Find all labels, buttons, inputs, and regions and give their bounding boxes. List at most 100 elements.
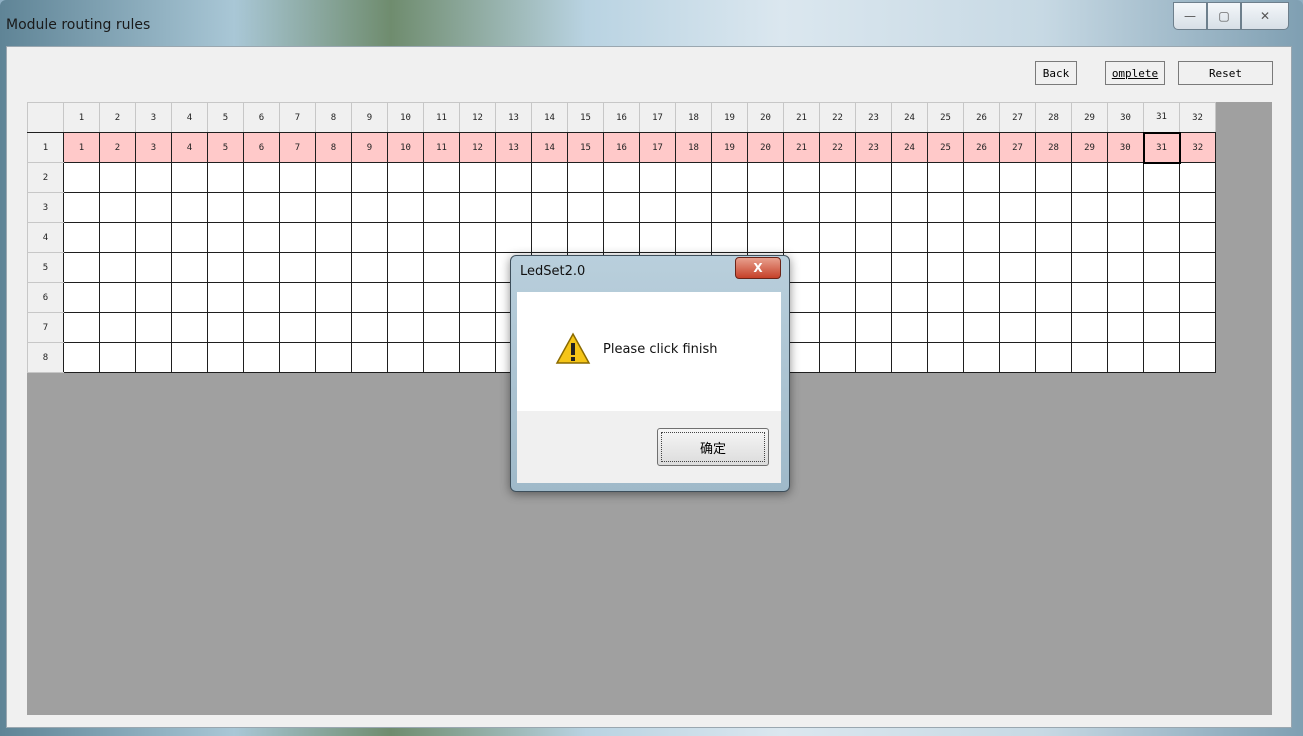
grid-cell[interactable]: [387, 162, 424, 193]
grid-cell[interactable]: [1143, 312, 1180, 343]
grid-cell[interactable]: [423, 252, 460, 283]
grid-cell[interactable]: [279, 192, 316, 223]
grid-cell[interactable]: [1143, 162, 1180, 193]
grid-cell[interactable]: [999, 222, 1036, 253]
grid-cell[interactable]: [855, 192, 892, 223]
grid-cell[interactable]: [639, 222, 676, 253]
grid-cell[interactable]: 3: [135, 132, 172, 163]
column-header[interactable]: 29: [1071, 102, 1108, 133]
grid-cell[interactable]: [711, 162, 748, 193]
grid-cell[interactable]: 12: [459, 132, 496, 163]
grid-cell[interactable]: [783, 192, 820, 223]
grid-cell[interactable]: [63, 342, 100, 373]
grid-cell[interactable]: [171, 162, 208, 193]
grid-cell[interactable]: [531, 162, 568, 193]
grid-cell[interactable]: [135, 222, 172, 253]
row-header[interactable]: 1: [27, 132, 64, 163]
grid-cell[interactable]: 31: [1142, 131, 1181, 164]
grid-cell[interactable]: 14: [531, 132, 568, 163]
grid-cell[interactable]: [567, 162, 604, 193]
grid-cell[interactable]: [495, 162, 532, 193]
grid-cell[interactable]: [927, 162, 964, 193]
column-header[interactable]: 19: [711, 102, 748, 133]
grid-cell[interactable]: [315, 342, 352, 373]
grid-cell[interactable]: [1107, 162, 1144, 193]
column-header[interactable]: 28: [1035, 102, 1072, 133]
row-header[interactable]: 4: [27, 222, 64, 253]
grid-cell[interactable]: [315, 312, 352, 343]
minimize-button[interactable]: —: [1173, 2, 1207, 30]
grid-cell[interactable]: [711, 222, 748, 253]
grid-cell[interactable]: [999, 312, 1036, 343]
grid-cell[interactable]: [63, 312, 100, 343]
grid-cell[interactable]: [675, 162, 712, 193]
grid-cell[interactable]: 10: [387, 132, 424, 163]
grid-cell[interactable]: [99, 312, 136, 343]
grid-cell[interactable]: 23: [855, 132, 892, 163]
grid-cell[interactable]: 13: [495, 132, 532, 163]
grid-cell[interactable]: [747, 162, 784, 193]
grid-cell[interactable]: [1143, 342, 1180, 373]
grid-cell[interactable]: [999, 342, 1036, 373]
grid-cell[interactable]: [891, 252, 928, 283]
grid-cell[interactable]: [1035, 222, 1072, 253]
grid-cell[interactable]: [1179, 192, 1216, 223]
grid-cell[interactable]: [171, 312, 208, 343]
grid-cell[interactable]: [1107, 252, 1144, 283]
grid-cell[interactable]: [207, 342, 244, 373]
column-header[interactable]: 13: [495, 102, 532, 133]
grid-cell[interactable]: [855, 162, 892, 193]
column-header[interactable]: 10: [387, 102, 424, 133]
column-header[interactable]: 27: [999, 102, 1036, 133]
grid-cell[interactable]: [747, 222, 784, 253]
grid-cell[interactable]: [423, 222, 460, 253]
grid-cell[interactable]: [135, 192, 172, 223]
grid-cell[interactable]: [315, 222, 352, 253]
grid-cell[interactable]: [819, 282, 856, 313]
grid-cell[interactable]: 19: [711, 132, 748, 163]
grid-cell[interactable]: [351, 252, 388, 283]
grid-cell[interactable]: [459, 192, 496, 223]
column-header[interactable]: 17: [639, 102, 676, 133]
grid-cell[interactable]: [1071, 312, 1108, 343]
grid-cell[interactable]: [603, 192, 640, 223]
grid-cell[interactable]: [351, 282, 388, 313]
grid-cell[interactable]: [315, 162, 352, 193]
ok-button[interactable]: 确定: [657, 428, 769, 466]
grid-cell[interactable]: [99, 252, 136, 283]
back-button[interactable]: Back: [1035, 61, 1077, 85]
grid-cell[interactable]: [495, 222, 532, 253]
reset-button[interactable]: Reset: [1178, 61, 1273, 85]
column-header[interactable]: 5: [207, 102, 244, 133]
grid-cell[interactable]: 24: [891, 132, 928, 163]
column-header[interactable]: 2: [99, 102, 136, 133]
grid-cell[interactable]: [459, 222, 496, 253]
grid-cell[interactable]: [1071, 342, 1108, 373]
grid-cell[interactable]: [1179, 312, 1216, 343]
column-header[interactable]: 4: [171, 102, 208, 133]
grid-cell[interactable]: [171, 192, 208, 223]
column-header[interactable]: 26: [963, 102, 1000, 133]
grid-cell[interactable]: [1071, 162, 1108, 193]
title-bar[interactable]: Module routing rules — ▢ ✕: [0, 0, 1303, 44]
grid-cell[interactable]: [351, 312, 388, 343]
grid-cell[interactable]: [963, 192, 1000, 223]
row-header[interactable]: 5: [27, 252, 64, 283]
grid-cell[interactable]: [1179, 222, 1216, 253]
column-header[interactable]: 3: [135, 102, 172, 133]
grid-cell[interactable]: [963, 342, 1000, 373]
grid-cell[interactable]: [63, 162, 100, 193]
grid-cell[interactable]: 11: [423, 132, 460, 163]
grid-cell[interactable]: [819, 342, 856, 373]
grid-cell[interactable]: [1035, 192, 1072, 223]
grid-cell[interactable]: [315, 252, 352, 283]
grid-cell[interactable]: 15: [567, 132, 604, 163]
grid-cell[interactable]: [99, 282, 136, 313]
grid-cell[interactable]: [1143, 192, 1180, 223]
column-header[interactable]: 18: [675, 102, 712, 133]
column-header[interactable]: 15: [567, 102, 604, 133]
grid-cell[interactable]: [243, 252, 280, 283]
column-header[interactable]: 14: [531, 102, 568, 133]
grid-cell[interactable]: [207, 192, 244, 223]
grid-cell[interactable]: [603, 162, 640, 193]
